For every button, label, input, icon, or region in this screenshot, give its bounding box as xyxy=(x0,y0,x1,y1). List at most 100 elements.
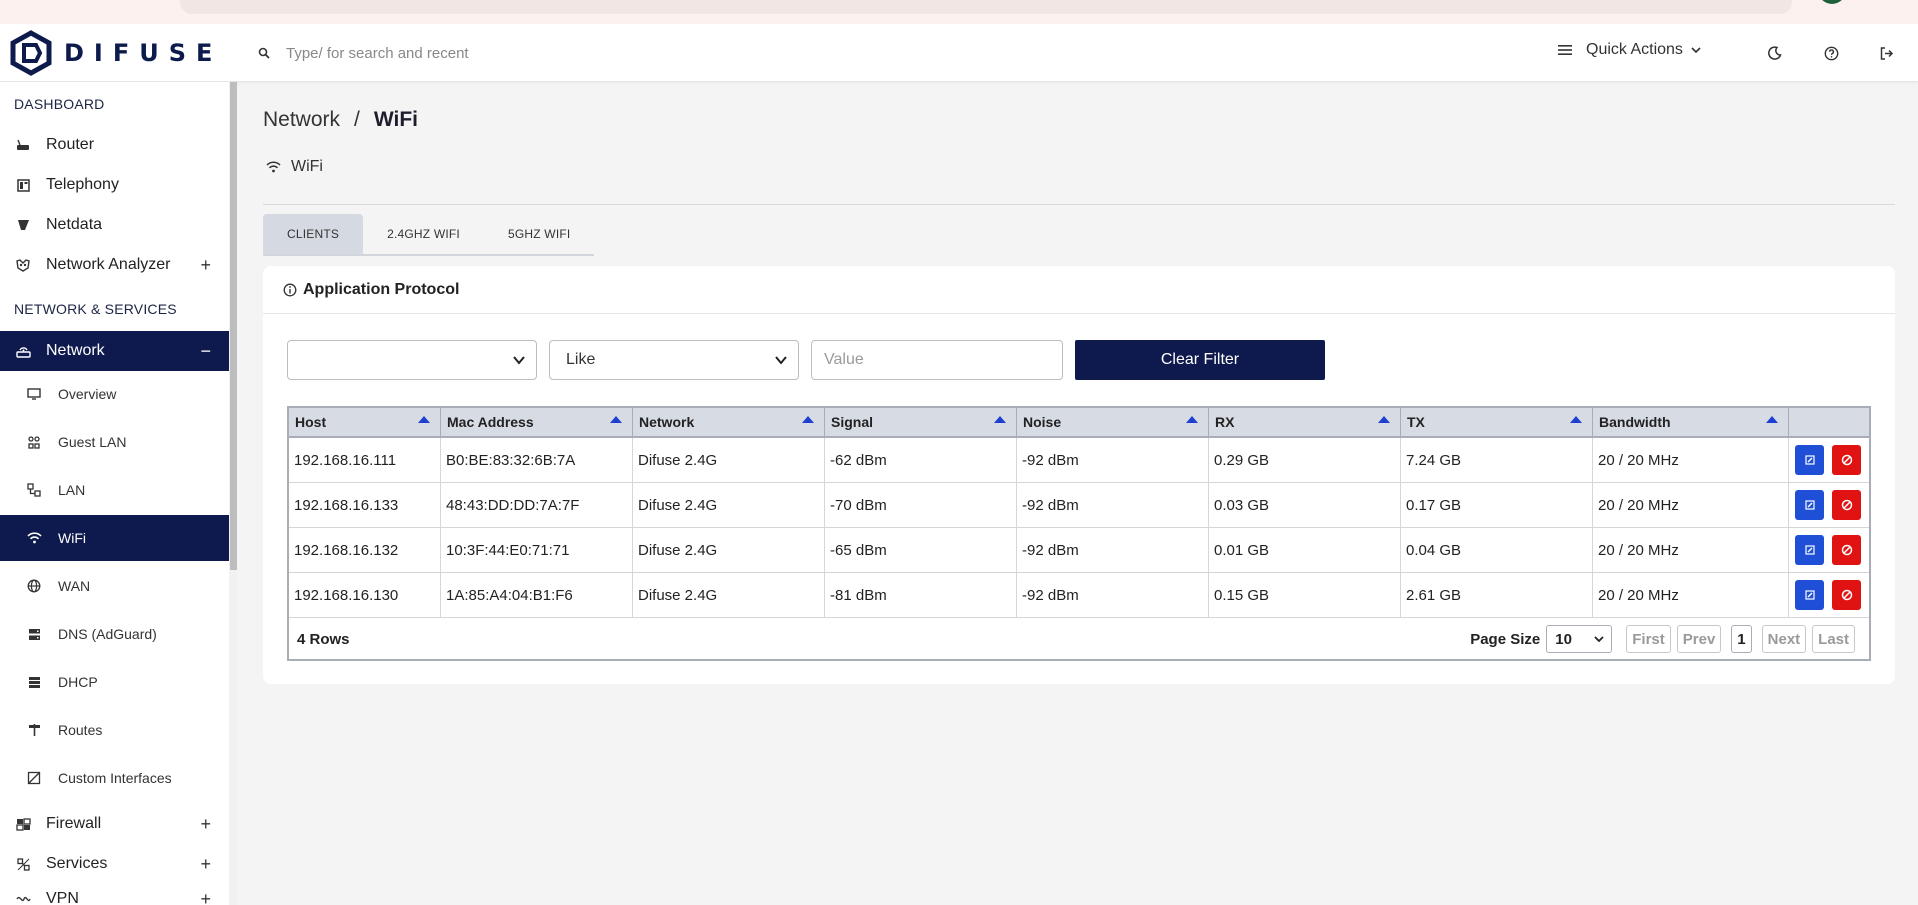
sort-asc-icon[interactable] xyxy=(1378,416,1390,423)
sort-asc-icon[interactable] xyxy=(1766,416,1778,423)
help-icon[interactable] xyxy=(1821,43,1841,63)
column-header-tx[interactable]: TX xyxy=(1401,408,1593,436)
global-search[interactable] xyxy=(258,40,478,66)
sidebar-item-routes[interactable]: Routes xyxy=(0,707,229,753)
block-button[interactable] xyxy=(1832,580,1861,610)
search-input[interactable] xyxy=(286,44,476,62)
breadcrumb-separator: / xyxy=(354,108,360,131)
sort-asc-icon[interactable] xyxy=(802,416,814,423)
edit-button[interactable] xyxy=(1795,445,1824,475)
sidebar-item-wifi[interactable]: WiFi xyxy=(0,515,229,561)
column-header-signal[interactable]: Signal xyxy=(825,408,1017,436)
sort-asc-icon[interactable] xyxy=(418,416,430,423)
block-button[interactable] xyxy=(1832,445,1861,475)
table-row[interactable]: 192.168.16.133 48:43:DD:DD:7A:7F Difuse … xyxy=(289,483,1869,528)
page-size-select[interactable]: 10 xyxy=(1546,625,1613,653)
pager-prev-button[interactable]: Prev xyxy=(1676,625,1722,653)
table-row[interactable]: 192.168.16.130 1A:85:A4:04:B1:F6 Difuse … xyxy=(289,573,1869,618)
cell-actions xyxy=(1789,483,1869,527)
cell-bandwidth: 20 / 20 MHz xyxy=(1593,528,1789,572)
sidebar-item-label: Network Analyzer xyxy=(46,256,171,273)
sidebar-item-services[interactable]: Services + xyxy=(0,845,229,883)
theme-toggle-icon[interactable] xyxy=(1765,43,1785,63)
sidebar-item-label: DHCP xyxy=(58,674,98,690)
expand-plus-icon[interactable]: + xyxy=(200,814,211,835)
sidebar-item-network[interactable]: Network − xyxy=(0,331,229,371)
cell-bandwidth: 20 / 20 MHz xyxy=(1593,483,1789,527)
pager-last-button[interactable]: Last xyxy=(1812,625,1855,653)
expand-plus-icon[interactable]: + xyxy=(200,854,211,875)
sidebar-item-dhcp[interactable]: DHCP xyxy=(0,659,229,705)
collapse-minus-icon[interactable]: − xyxy=(200,341,211,362)
analyzer-icon xyxy=(14,258,32,272)
pager-first-button[interactable]: First xyxy=(1626,625,1671,653)
page-size-label: Page Size xyxy=(1470,630,1541,648)
chevron-down-icon xyxy=(775,356,787,365)
sort-asc-icon[interactable] xyxy=(1570,416,1582,423)
table-row[interactable]: 192.168.16.111 B0:BE:83:32:6B:7A Difuse … xyxy=(289,438,1869,483)
sidebar-item-guest-lan[interactable]: Guest LAN xyxy=(0,419,229,465)
column-header-rx[interactable]: RX xyxy=(1209,408,1401,436)
sidebar-item-firewall[interactable]: Firewall + xyxy=(0,805,229,843)
brand-name: DIFUSE xyxy=(64,39,223,67)
column-header-mac-address[interactable]: Mac Address xyxy=(441,408,633,436)
tab-clients[interactable]: CLIENTS xyxy=(263,214,364,254)
sort-asc-icon[interactable] xyxy=(610,416,622,423)
expand-plus-icon[interactable]: + xyxy=(200,889,211,905)
sidebar-scrollbar[interactable] xyxy=(230,82,237,570)
sidebar-item-dns-adguard[interactable]: DNS (AdGuard) xyxy=(0,611,229,657)
clients-card: Application Protocol Like Clear Filter H… xyxy=(263,266,1895,684)
pager-current-page[interactable]: 1 xyxy=(1731,625,1752,653)
expand-plus-icon[interactable]: + xyxy=(200,255,211,276)
page-subtitle: WiFi xyxy=(266,158,323,176)
column-header-network[interactable]: Network xyxy=(633,408,825,436)
sidebar-item-label: WAN xyxy=(58,578,91,594)
clients-table: Host Mac Address Network Signal Noise RX… xyxy=(287,406,1871,661)
sort-asc-icon[interactable] xyxy=(1186,416,1198,423)
block-button[interactable] xyxy=(1832,535,1861,565)
block-icon xyxy=(1841,499,1852,511)
breadcrumb-parent[interactable]: Network xyxy=(263,108,340,131)
column-header-bandwidth[interactable]: Bandwidth xyxy=(1593,408,1789,436)
column-label: Host xyxy=(295,414,327,430)
edit-button[interactable] xyxy=(1795,535,1824,565)
column-header-actions xyxy=(1789,408,1869,436)
filter-field-select[interactable] xyxy=(287,340,537,380)
sidebar-item-network-analyzer[interactable]: Network Analyzer + xyxy=(0,246,229,284)
tab-2-4ghz-wifi[interactable]: 2.4GHZ WIFI xyxy=(363,214,484,254)
column-header-host[interactable]: Host xyxy=(289,408,441,436)
cell-host: 192.168.16.130 xyxy=(289,573,441,617)
clear-filter-button[interactable]: Clear Filter xyxy=(1075,340,1325,380)
sidebar-section-dashboard: DASHBOARD xyxy=(14,96,105,112)
quick-actions-menu[interactable]: Quick Actions xyxy=(1558,41,1701,59)
cell-signal: -65 dBm xyxy=(825,528,1017,572)
edit-button[interactable] xyxy=(1795,490,1824,520)
table-row[interactable]: 192.168.16.132 10:3F:44:E0:71:71 Difuse … xyxy=(289,528,1869,573)
sidebar-item-wan[interactable]: WAN xyxy=(0,563,229,609)
brand-logo[interactable]: DIFUSE xyxy=(8,30,222,76)
filter-value-input[interactable] xyxy=(811,340,1063,380)
cell-bandwidth: 20 / 20 MHz xyxy=(1593,573,1789,617)
filter-operator-value: Like xyxy=(566,351,596,368)
sort-asc-icon[interactable] xyxy=(994,416,1006,423)
sidebar-item-telephony[interactable]: Telephony xyxy=(0,166,229,204)
edit-button[interactable] xyxy=(1795,580,1824,610)
quick-actions-label: Quick Actions xyxy=(1586,41,1683,58)
filter-operator-select[interactable]: Like xyxy=(549,340,799,380)
sidebar-item-router[interactable]: Router xyxy=(0,126,229,164)
pager-next-button[interactable]: Next xyxy=(1761,625,1807,653)
block-button[interactable] xyxy=(1832,490,1861,520)
sidebar-item-vpn[interactable]: VPN + xyxy=(0,880,229,905)
sidebar-item-custom-interfaces[interactable]: Custom Interfaces xyxy=(0,755,229,801)
sidebar-item-lan[interactable]: LAN xyxy=(0,467,229,513)
sidebar-item-netdata[interactable]: Netdata xyxy=(0,206,229,244)
tab-5ghz-wifi[interactable]: 5GHZ WIFI xyxy=(484,214,594,254)
column-header-noise[interactable]: Noise xyxy=(1017,408,1209,436)
sidebar-item-label: Routes xyxy=(58,722,103,738)
chevron-down-icon xyxy=(1594,636,1604,643)
logout-icon[interactable] xyxy=(1876,43,1896,63)
table-header: Host Mac Address Network Signal Noise RX… xyxy=(289,408,1869,438)
sidebar-item-label: Netdata xyxy=(46,216,103,233)
sidebar-item-overview[interactable]: Overview xyxy=(0,371,229,417)
cell-host: 192.168.16.132 xyxy=(289,528,441,572)
